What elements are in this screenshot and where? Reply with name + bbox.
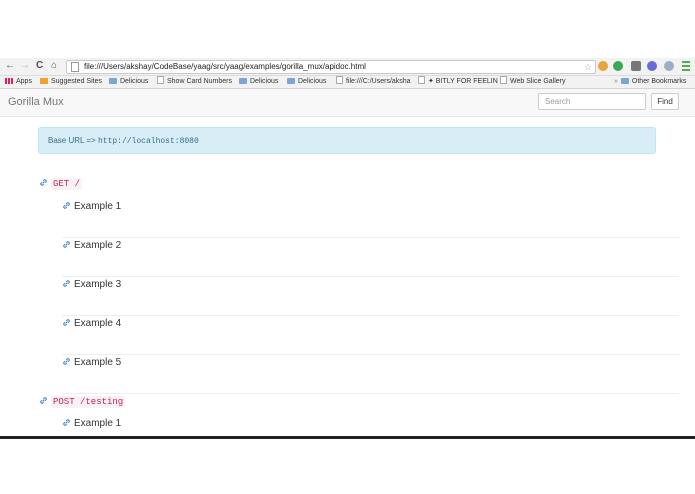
bookmark-item[interactable]: Delicious xyxy=(239,76,278,88)
page-icon xyxy=(157,76,164,84)
reload-icon[interactable]: C xyxy=(36,60,43,72)
extension-icon[interactable] xyxy=(631,61,641,71)
example-item[interactable]: Example 1 xyxy=(62,416,679,436)
link-icon xyxy=(63,358,70,365)
folder-icon xyxy=(620,78,629,84)
suggested-sites-icon xyxy=(40,78,48,84)
page-icon xyxy=(336,76,343,84)
bookmark-item[interactable]: Web Slice Gallery xyxy=(500,76,566,88)
back-icon[interactable]: ← xyxy=(5,60,15,72)
extension-icon[interactable] xyxy=(647,61,657,71)
example-item[interactable]: Example 4 xyxy=(62,316,679,355)
example-item[interactable]: Example 1 xyxy=(62,199,679,238)
bookmark-item[interactable]: file:///C:/Users/aksha xyxy=(336,76,411,88)
example-label: Example 4 xyxy=(74,318,122,329)
example-item[interactable]: Example 3 xyxy=(62,277,679,316)
extension-icon[interactable] xyxy=(664,61,674,71)
link-icon xyxy=(63,319,70,326)
base-url-label: Base URL => xyxy=(48,136,96,145)
endpoint-heading[interactable]: GET / xyxy=(39,178,83,190)
example-item[interactable]: Example 2 xyxy=(62,238,679,277)
forward-icon[interactable]: → xyxy=(20,60,30,72)
folder-icon xyxy=(239,78,247,84)
page-icon xyxy=(418,76,425,84)
bookmarks-bar: Apps Suggested Sites Delicious Show Card… xyxy=(0,76,695,89)
base-url-value: http://localhost:8080 xyxy=(97,137,199,146)
example-label: Example 2 xyxy=(74,240,122,251)
folder-icon xyxy=(287,78,295,84)
bookmark-item[interactable]: Show Card Numbers xyxy=(157,76,232,88)
link-icon xyxy=(63,419,70,426)
link-icon xyxy=(63,280,70,287)
link-icon xyxy=(40,179,47,186)
app-navbar: Gorilla Mux Find xyxy=(0,89,695,117)
address-url: file:///Users/akshay/CodeBase/yaag/src/y… xyxy=(84,62,366,71)
search-input[interactable] xyxy=(538,93,646,110)
address-bar[interactable]: file:///Users/akshay/CodeBase/yaag/src/y… xyxy=(66,60,596,74)
browser-window: ← → C ⌂ file:///Users/akshay/CodeBase/ya… xyxy=(0,58,695,439)
page-icon xyxy=(71,62,79,72)
find-button[interactable]: Find xyxy=(651,93,679,110)
endpoint-heading[interactable]: POST /testing xyxy=(39,396,126,408)
extension-icon[interactable] xyxy=(598,61,608,71)
extension-icon[interactable] xyxy=(613,61,623,71)
menu-icon[interactable] xyxy=(682,61,690,71)
apps-icon xyxy=(5,78,13,84)
link-icon xyxy=(40,397,47,404)
link-icon xyxy=(63,241,70,248)
example-label: Example 1 xyxy=(74,201,122,212)
example-label: Example 5 xyxy=(74,357,122,368)
example-label: Example 1 xyxy=(74,418,122,429)
home-icon[interactable]: ⌂ xyxy=(51,60,57,72)
endpoint-label: POST /testing xyxy=(51,396,126,408)
browser-toolbar: ← → C ⌂ file:///Users/akshay/CodeBase/ya… xyxy=(0,58,695,76)
chevron-icon: » xyxy=(614,78,618,85)
link-icon xyxy=(63,202,70,209)
bookmark-item[interactable]: Apps xyxy=(5,76,32,88)
bookmark-item[interactable]: Delicious xyxy=(109,76,148,88)
example-item[interactable]: Example 5 xyxy=(62,355,679,394)
bookmark-star-icon[interactable]: ☆ xyxy=(584,61,592,73)
page-icon xyxy=(500,76,507,84)
example-label: Example 3 xyxy=(74,279,122,290)
other-bookmarks[interactable]: » Other Bookmarks xyxy=(614,76,686,88)
folder-icon xyxy=(109,78,117,84)
bookmark-item[interactable]: Suggested Sites xyxy=(40,76,102,88)
base-url-alert: Base URL => http://localhost:8080 xyxy=(38,127,656,154)
endpoint-label: GET / xyxy=(51,178,83,190)
bookmark-item[interactable]: Delicious xyxy=(287,76,326,88)
bookmark-item[interactable]: ✦ BITLY FOR FEELIN xyxy=(418,76,498,88)
brand-title[interactable]: Gorilla Mux xyxy=(8,96,64,108)
